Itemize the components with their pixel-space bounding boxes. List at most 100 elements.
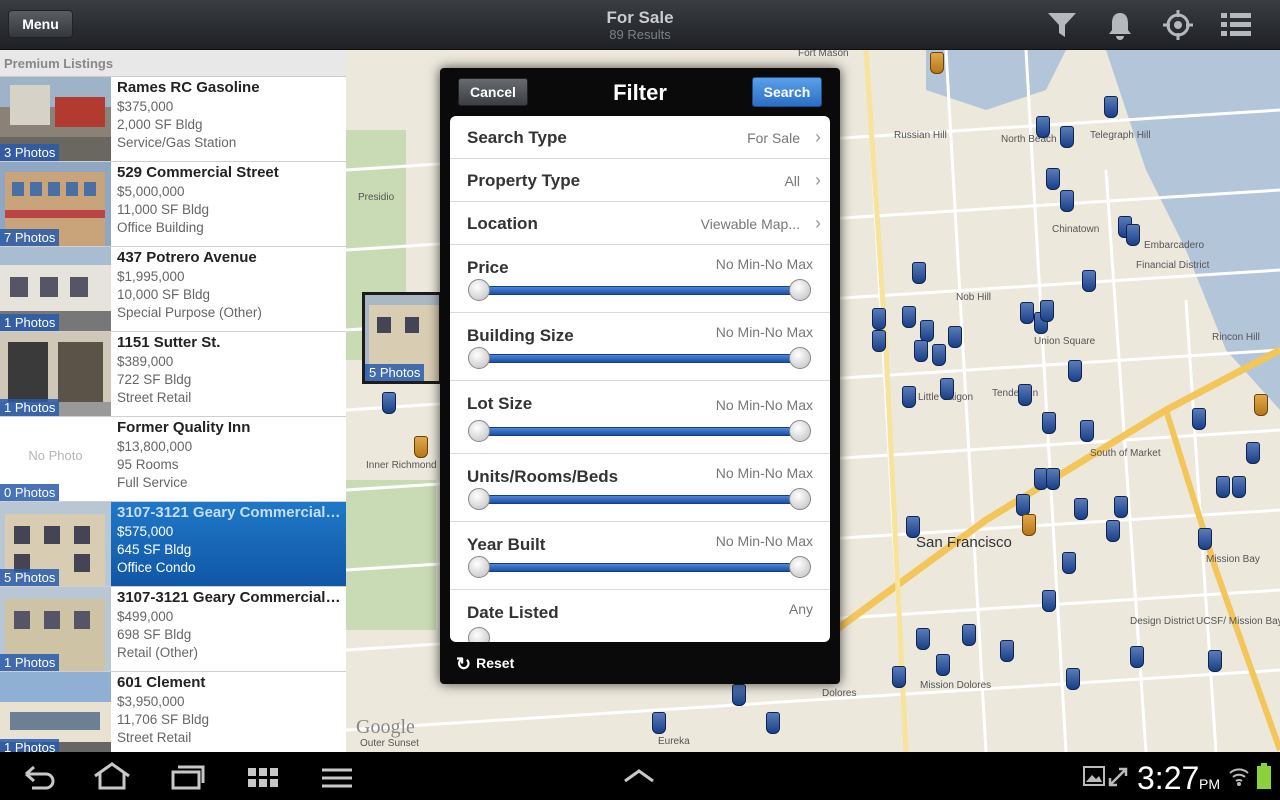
map-pin[interactable] — [936, 654, 950, 676]
crosshair-icon[interactable] — [1161, 8, 1195, 42]
map-pin-highlighted[interactable] — [930, 52, 944, 74]
listing-type: Special Purpose (Other) — [117, 305, 262, 320]
range-slider-track[interactable] — [478, 563, 800, 572]
slider-max-handle[interactable] — [789, 347, 811, 369]
system-ampm: PM — [1199, 776, 1220, 792]
map-pin[interactable] — [962, 624, 976, 646]
map-pin[interactable] — [906, 516, 920, 538]
list-item[interactable]: 1 Photos 437 Potrero Avenue $1,995,000 1… — [0, 247, 346, 332]
reset-button[interactable]: ↻ Reset — [456, 654, 514, 675]
slider-max-handle[interactable] — [789, 556, 811, 578]
map-pin[interactable] — [902, 306, 916, 328]
map-pin[interactable] — [1080, 420, 1094, 442]
map-pin[interactable] — [1042, 590, 1056, 612]
map-pin[interactable] — [948, 326, 962, 348]
slider-max-handle[interactable] — [789, 420, 811, 442]
filter-icon[interactable] — [1045, 8, 1079, 42]
map-pin[interactable] — [1104, 96, 1118, 118]
map-pin[interactable] — [872, 308, 886, 330]
map-pin[interactable] — [1062, 552, 1076, 574]
map-pin[interactable] — [1126, 224, 1140, 246]
map-pin[interactable] — [892, 666, 906, 688]
search-button[interactable]: Search — [752, 77, 822, 107]
list-item[interactable]: 7 Photos 529 Commercial Street $5,000,00… — [0, 162, 346, 247]
range-slider-track[interactable] — [478, 427, 800, 436]
map-pin[interactable] — [1000, 640, 1014, 662]
range-slider-track[interactable] — [478, 354, 800, 363]
map-pin[interactable] — [1068, 360, 1082, 382]
bell-icon[interactable] — [1103, 8, 1137, 42]
map-pin[interactable] — [1046, 168, 1060, 190]
listings-panel[interactable]: Premium Listings 3 Photos Rames RC Gasol… — [0, 50, 346, 752]
map-pin[interactable] — [912, 262, 926, 284]
map-pin-highlighted[interactable] — [1254, 394, 1268, 416]
list-item[interactable]: No Photo 0 Photos Former Quality Inn $13… — [0, 417, 346, 502]
map-pin[interactable] — [1042, 412, 1056, 434]
photo-count: 5 Photos — [0, 569, 60, 586]
map-pin[interactable] — [902, 386, 916, 408]
range-slider-track[interactable] — [478, 286, 800, 295]
chevron-up-icon[interactable] — [622, 768, 656, 784]
map-pin[interactable] — [1198, 528, 1212, 550]
map-pin[interactable] — [1192, 408, 1206, 430]
map-pin[interactable] — [652, 712, 666, 734]
map-pin[interactable] — [1060, 190, 1074, 212]
filter-row-search-type[interactable]: Search Type For Sale › — [450, 116, 830, 159]
slider-min-handle[interactable] — [468, 488, 490, 510]
list-view-icon[interactable] — [1219, 8, 1253, 42]
map-pin[interactable] — [916, 628, 930, 650]
slider-max-handle[interactable] — [789, 488, 811, 510]
slider-min-handle[interactable] — [468, 420, 490, 442]
map-pin[interactable] — [1046, 468, 1060, 490]
menu-button[interactable]: Menu — [8, 10, 73, 38]
slider-min-handle[interactable] — [468, 347, 490, 369]
map-pin[interactable] — [1216, 476, 1230, 498]
map-pin[interactable] — [1246, 442, 1260, 464]
menu-icon[interactable] — [322, 768, 352, 788]
apps-grid-icon[interactable] — [248, 768, 278, 788]
list-item-selected[interactable]: 5 Photos 3107-3121 Geary Commercial… $57… — [0, 502, 346, 587]
filter-options[interactable]: Search Type For Sale › Property Type All… — [450, 116, 830, 642]
map-pin[interactable] — [1018, 384, 1032, 406]
map-pin[interactable] — [932, 344, 946, 366]
map-pin[interactable] — [1020, 302, 1034, 324]
map-pin[interactable] — [1074, 498, 1088, 520]
map-pin[interactable] — [766, 712, 780, 734]
map-pin[interactable] — [1060, 126, 1074, 148]
slider-min-handle[interactable] — [468, 556, 490, 578]
home-icon[interactable] — [92, 762, 132, 790]
map-pin[interactable] — [1208, 650, 1222, 672]
map-pin[interactable] — [920, 320, 934, 342]
map-pin-highlighted[interactable] — [1022, 514, 1036, 536]
slider-min-handle[interactable] — [468, 279, 490, 301]
back-icon[interactable] — [22, 764, 56, 790]
map-pin-highlighted[interactable] — [414, 436, 428, 458]
list-item[interactable]: 3 Photos Rames RC Gasoline $375,000 2,00… — [0, 77, 346, 162]
map-pin[interactable] — [1016, 494, 1030, 516]
map-pin[interactable] — [1106, 520, 1120, 542]
map-pin[interactable] — [382, 392, 396, 414]
map-pin[interactable] — [914, 340, 928, 362]
map-pin[interactable] — [1130, 646, 1144, 668]
cancel-button[interactable]: Cancel — [458, 78, 528, 106]
map-pin[interactable] — [1232, 476, 1246, 498]
list-item[interactable]: 1 Photos 601 Clement $3,950,000 11,706 S… — [0, 672, 346, 752]
recent-apps-icon[interactable] — [170, 764, 206, 790]
map-pin[interactable] — [940, 378, 954, 400]
map-pin[interactable] — [1036, 116, 1050, 138]
slider-max-handle[interactable] — [789, 279, 811, 301]
map-pin[interactable] — [1114, 496, 1128, 518]
filter-row-location[interactable]: Location Viewable Map... › — [450, 202, 830, 245]
map-pin[interactable] — [1040, 300, 1054, 322]
map-pin[interactable] — [1082, 270, 1096, 292]
list-item[interactable]: 1 Photos 3107-3121 Geary Commercial… $49… — [0, 587, 346, 672]
list-item[interactable]: 1 Photos 1151 Sutter St. $389,000 722 SF… — [0, 332, 346, 417]
map-preview-thumbnail[interactable]: 5 Photos — [362, 292, 442, 384]
map-pin[interactable] — [1066, 668, 1080, 690]
filter-row-property-type[interactable]: Property Type All › — [450, 159, 830, 202]
range-slider-track[interactable] — [478, 495, 800, 504]
slider-min-handle[interactable] — [468, 627, 490, 642]
map-pin[interactable] — [732, 684, 746, 706]
map-pin[interactable] — [872, 330, 886, 352]
listing-name: Former Quality Inn — [117, 419, 251, 436]
